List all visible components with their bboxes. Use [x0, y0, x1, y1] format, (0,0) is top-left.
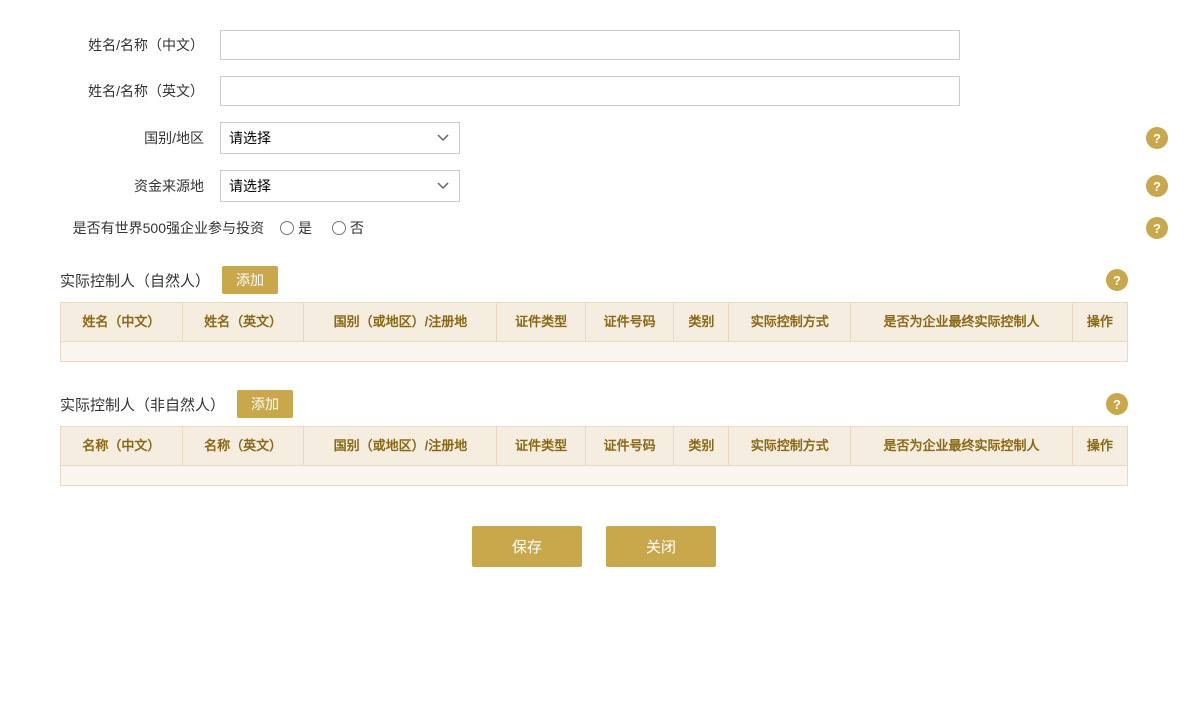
non-natural-person-section: 实际控制人（非自然人） 添加 ? 名称（中文） 名称（英文） 国别（或地区）/注… — [60, 382, 1128, 486]
nnp-col-category: 类别 — [674, 427, 729, 466]
np-col-name-en: 姓名（英文） — [182, 303, 304, 342]
name-cn-input[interactable] — [220, 30, 960, 60]
natural-person-table: 姓名（中文） 姓名（英文） 国别（或地区）/注册地 证件类型 证件号码 类别 实… — [60, 302, 1128, 362]
nnp-col-action: 操作 — [1072, 427, 1127, 466]
fund-source-row: 资金来源地 请选择 ? — [60, 170, 1128, 202]
non-natural-person-header: 实际控制人（非自然人） 添加 ? — [60, 382, 1128, 426]
form-section: 姓名/名称（中文） 姓名/名称（英文） 国别/地区 请选择 ? 资金来源地 请选… — [60, 30, 1128, 238]
fund-source-select[interactable]: 请选择 — [220, 170, 460, 202]
fund-source-help-icon[interactable]: ? — [1146, 175, 1168, 197]
nnp-col-name-cn: 名称（中文） — [61, 427, 183, 466]
non-natural-person-table: 名称（中文） 名称（英文） 国别（或地区）/注册地 证件类型 证件号码 类别 实… — [60, 426, 1128, 486]
natural-person-empty-row — [61, 342, 1128, 362]
non-natural-person-help-icon[interactable]: ? — [1106, 393, 1128, 415]
name-en-row: 姓名/名称（英文） — [60, 76, 1128, 106]
np-col-action: 操作 — [1072, 303, 1127, 342]
fortune500-yes-option[interactable]: 是 — [280, 218, 312, 238]
natural-person-title: 实际控制人（自然人） — [60, 270, 210, 291]
fortune500-help-icon[interactable]: ? — [1146, 217, 1168, 239]
fortune500-no-option[interactable]: 否 — [332, 218, 364, 238]
fortune500-no-radio[interactable] — [332, 221, 346, 235]
name-cn-label: 姓名/名称（中文） — [60, 35, 220, 55]
country-select[interactable]: 请选择 — [220, 122, 460, 154]
bottom-actions: 保存 关闭 — [60, 526, 1128, 597]
non-natural-person-add-button[interactable]: 添加 — [237, 390, 293, 418]
nnp-col-final-controller: 是否为企业最终实际控制人 — [851, 427, 1073, 466]
nnp-col-country: 国别（或地区）/注册地 — [304, 427, 497, 466]
np-col-final-controller: 是否为企业最终实际控制人 — [851, 303, 1073, 342]
main-container: 姓名/名称（中文） 姓名/名称（英文） 国别/地区 请选择 ? 资金来源地 请选… — [60, 30, 1128, 597]
name-en-label: 姓名/名称（英文） — [60, 81, 220, 101]
nnp-col-name-en: 名称（英文） — [182, 427, 304, 466]
np-col-control-method: 实际控制方式 — [729, 303, 851, 342]
name-cn-row: 姓名/名称（中文） — [60, 30, 1128, 60]
np-col-name-cn: 姓名（中文） — [61, 303, 183, 342]
country-row: 国别/地区 请选择 ? — [60, 122, 1128, 154]
np-col-country: 国别（或地区）/注册地 — [304, 303, 497, 342]
fortune500-no-label: 否 — [350, 218, 364, 238]
non-natural-person-table-header-row: 名称（中文） 名称（英文） 国别（或地区）/注册地 证件类型 证件号码 类别 实… — [61, 427, 1128, 466]
fortune500-yes-label: 是 — [298, 218, 312, 238]
fortune500-yes-radio[interactable] — [280, 221, 294, 235]
country-help-icon[interactable]: ? — [1146, 127, 1168, 149]
np-col-cert-no: 证件号码 — [585, 303, 673, 342]
np-col-cert-type: 证件类型 — [497, 303, 585, 342]
non-natural-person-title: 实际控制人（非自然人） — [60, 394, 225, 415]
natural-person-table-header-row: 姓名（中文） 姓名（英文） 国别（或地区）/注册地 证件类型 证件号码 类别 实… — [61, 303, 1128, 342]
fortune500-row: 是否有世界500强企业参与投资 是 否 ? — [60, 218, 1128, 238]
natural-person-add-button[interactable]: 添加 — [222, 266, 278, 294]
natural-person-help-icon[interactable]: ? — [1106, 269, 1128, 291]
fortune500-radio-group: 是 否 — [280, 218, 364, 238]
nnp-col-cert-no: 证件号码 — [585, 427, 673, 466]
fund-source-label: 资金来源地 — [60, 176, 220, 196]
nnp-col-cert-type: 证件类型 — [497, 427, 585, 466]
fortune500-label: 是否有世界500强企业参与投资 — [60, 218, 280, 238]
close-button[interactable]: 关闭 — [606, 526, 716, 567]
save-button[interactable]: 保存 — [472, 526, 582, 567]
natural-person-section: 实际控制人（自然人） 添加 ? 姓名（中文） 姓名（英文） 国别（或地区）/注册… — [60, 258, 1128, 362]
name-en-input[interactable] — [220, 76, 960, 106]
non-natural-person-empty-row — [61, 466, 1128, 486]
country-label: 国别/地区 — [60, 128, 220, 148]
np-col-category: 类别 — [674, 303, 729, 342]
natural-person-header: 实际控制人（自然人） 添加 ? — [60, 258, 1128, 302]
nnp-col-control-method: 实际控制方式 — [729, 427, 851, 466]
